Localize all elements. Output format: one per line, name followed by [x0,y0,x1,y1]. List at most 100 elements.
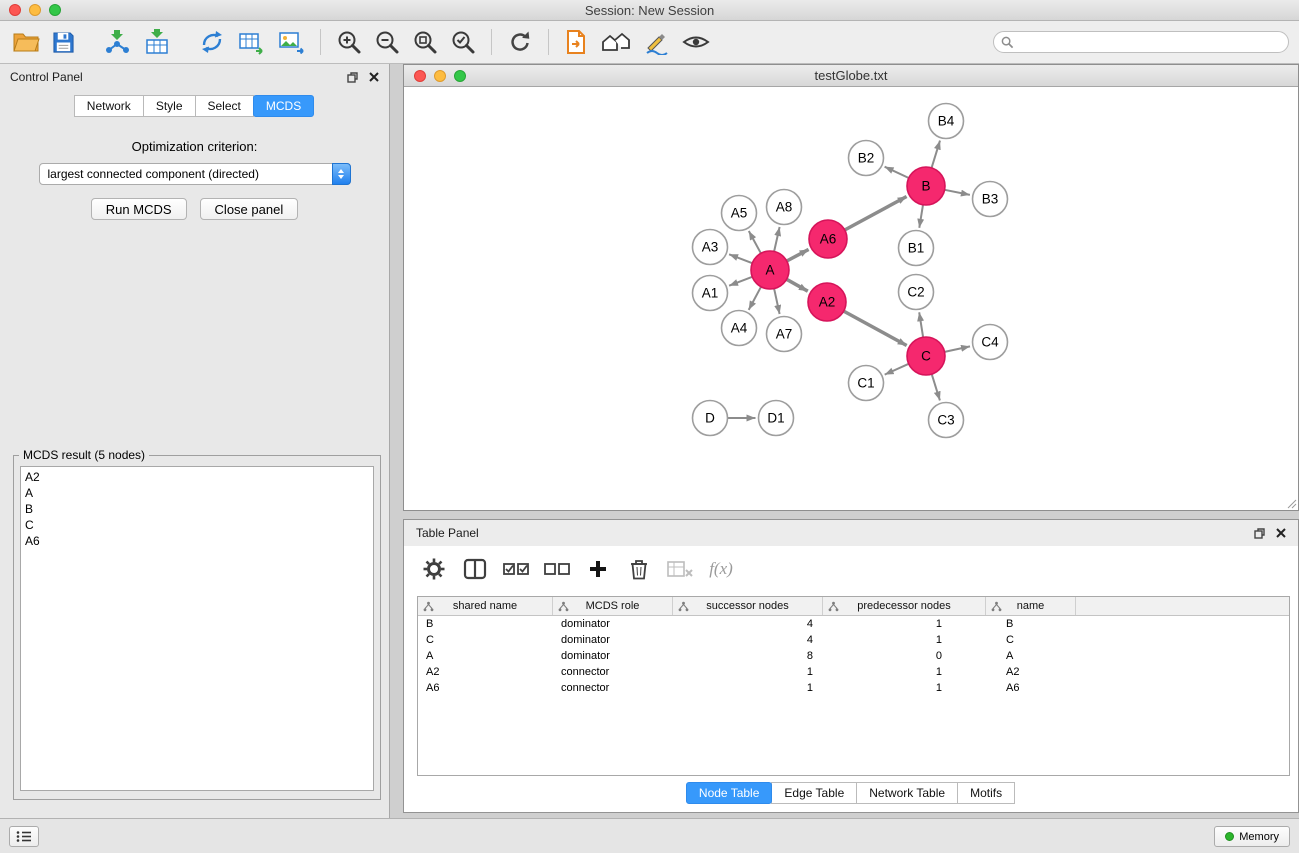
network-window-titlebar[interactable]: testGlobe.txt [404,65,1298,87]
table-cell[interactable]: connector [553,682,673,694]
column-header-successor-nodes[interactable]: successor nodes [673,597,823,615]
table-cell[interactable]: 8 [673,650,823,662]
mcds-result-item[interactable]: C [21,517,373,533]
table-cell[interactable]: 1 [823,682,986,694]
table-row[interactable]: Adominator80A [418,648,1289,664]
graph-node-A7[interactable]: A7 [767,317,802,352]
graph-edge-C-C2[interactable] [919,312,923,337]
table-cell[interactable]: C [418,634,553,646]
graph-node-A6[interactable]: A6 [809,220,847,258]
close-window-button[interactable] [9,4,21,16]
graph-edge-A-A4[interactable] [749,287,761,310]
graph-edge-A-A8[interactable] [774,227,780,252]
graph-node-A8[interactable]: A8 [767,190,802,225]
table-cell[interactable]: 0 [823,650,986,662]
network-graph[interactable]: B4B2BB3A5A8A6A3B1AA1C2A2A4A7C4CC1C3DD1 [404,88,1298,510]
graph-node-C4[interactable]: C4 [973,325,1008,360]
graph-node-D1[interactable]: D1 [759,401,794,436]
zoom-fit-button[interactable] [406,24,444,60]
zoom-in-button[interactable] [330,24,368,60]
table-cell[interactable]: A2 [986,666,1076,678]
import-network-button[interactable] [97,24,137,60]
column-header-MCDS-role[interactable]: MCDS role [553,597,673,615]
search-input[interactable] [1014,33,1288,51]
close-panel-button-x[interactable] [369,72,379,82]
graph-edge-A-A6[interactable] [787,249,809,261]
graph-node-D[interactable]: D [693,401,728,436]
zoom-selected-button[interactable] [444,24,482,60]
table-cell[interactable]: A6 [986,682,1076,694]
table-row[interactable]: Cdominator41C [418,632,1289,648]
table-row[interactable]: Bdominator41B [418,616,1289,632]
export-table-button[interactable] [231,24,271,60]
graph-node-A4[interactable]: A4 [722,311,757,346]
tab-edge-table[interactable]: Edge Table [771,782,857,804]
graph-node-C1[interactable]: C1 [849,366,884,401]
memory-button[interactable]: Memory [1214,826,1290,847]
graph-edge-A-A2[interactable] [787,279,808,291]
graph-edge-A6-B[interactable] [845,197,907,231]
mcds-result-list[interactable]: A2ABCA6 [20,466,374,791]
run-mcds-button[interactable]: Run MCDS [91,198,187,220]
column-header-shared-name[interactable]: shared name [418,597,553,615]
table-cell[interactable]: 1 [673,666,823,678]
graph-edge-C-C1[interactable] [885,364,909,375]
table-cell[interactable]: connector [553,666,673,678]
column-header-predecessor-nodes[interactable]: predecessor nodes [823,597,986,615]
graph-edge-C-C3[interactable] [932,374,940,400]
table-cell[interactable]: A [418,650,553,662]
graph-node-C[interactable]: C [907,337,945,375]
export-image-button[interactable] [271,24,311,60]
task-history-button[interactable] [9,826,39,847]
float-table-panel-button[interactable] [1254,528,1265,539]
table-cell[interactable]: B [418,618,553,630]
close-panel-button[interactable]: Close panel [200,198,299,220]
graph-edge-C-C4[interactable] [945,346,970,352]
search-box[interactable] [993,31,1289,53]
mcds-result-item[interactable]: A [21,485,373,501]
show-hide-details-button[interactable] [676,24,716,60]
graph-node-B2[interactable]: B2 [849,141,884,176]
column-header-name[interactable]: name [986,597,1076,615]
mcds-result-item[interactable]: A6 [21,533,373,549]
delete-column-button[interactable] [623,554,655,584]
graph-edge-B-B2[interactable] [885,167,909,178]
import-table-button[interactable] [137,24,177,60]
graph-edge-A-A1[interactable] [729,277,752,286]
function-builder-button[interactable]: f(x) [705,554,737,584]
minimize-network-window-button[interactable] [434,70,446,82]
tab-node-table[interactable]: Node Table [686,782,773,804]
table-cell[interactable]: A2 [418,666,553,678]
table-cell[interactable]: dominator [553,650,673,662]
graph-edge-B-B1[interactable] [919,205,923,228]
mcds-result-item[interactable]: A2 [21,469,373,485]
graph-edge-A-A3[interactable] [729,254,752,263]
graph-node-A1[interactable]: A1 [693,276,728,311]
table-cell[interactable]: dominator [553,634,673,646]
table-cell[interactable]: 1 [823,618,986,630]
minimize-window-button[interactable] [29,4,41,16]
graph-node-A[interactable]: A [751,251,789,289]
apply-layout-button[interactable] [501,24,539,60]
graph-node-A2[interactable]: A2 [808,283,846,321]
tab-style[interactable]: Style [143,95,196,117]
table-cell[interactable]: 4 [673,618,823,630]
select-all-rows-button[interactable] [500,554,532,584]
table-cell[interactable]: A6 [418,682,553,694]
optimization-criterion-dropdown[interactable]: largest connected component (directed) [39,163,351,185]
zoom-out-button[interactable] [368,24,406,60]
maximize-window-button[interactable] [49,4,61,16]
graph-node-A5[interactable]: A5 [722,196,757,231]
table-cell[interactable]: 4 [673,634,823,646]
graph-node-B[interactable]: B [907,167,945,205]
maximize-network-window-button[interactable] [454,70,466,82]
table-settings-button[interactable] [418,554,450,584]
graph-edge-B-B3[interactable] [945,190,970,195]
tab-network[interactable]: Network [74,95,144,117]
network-canvas[interactable]: B4B2BB3A5A8A6A3B1AA1C2A2A4A7C4CC1C3DD1 [404,88,1298,510]
resize-grip-icon[interactable] [1285,497,1297,509]
table-row[interactable]: A2connector11A2 [418,664,1289,680]
export-document-button[interactable] [558,24,594,60]
delete-table-button[interactable] [664,554,696,584]
float-panel-button[interactable] [347,72,358,83]
